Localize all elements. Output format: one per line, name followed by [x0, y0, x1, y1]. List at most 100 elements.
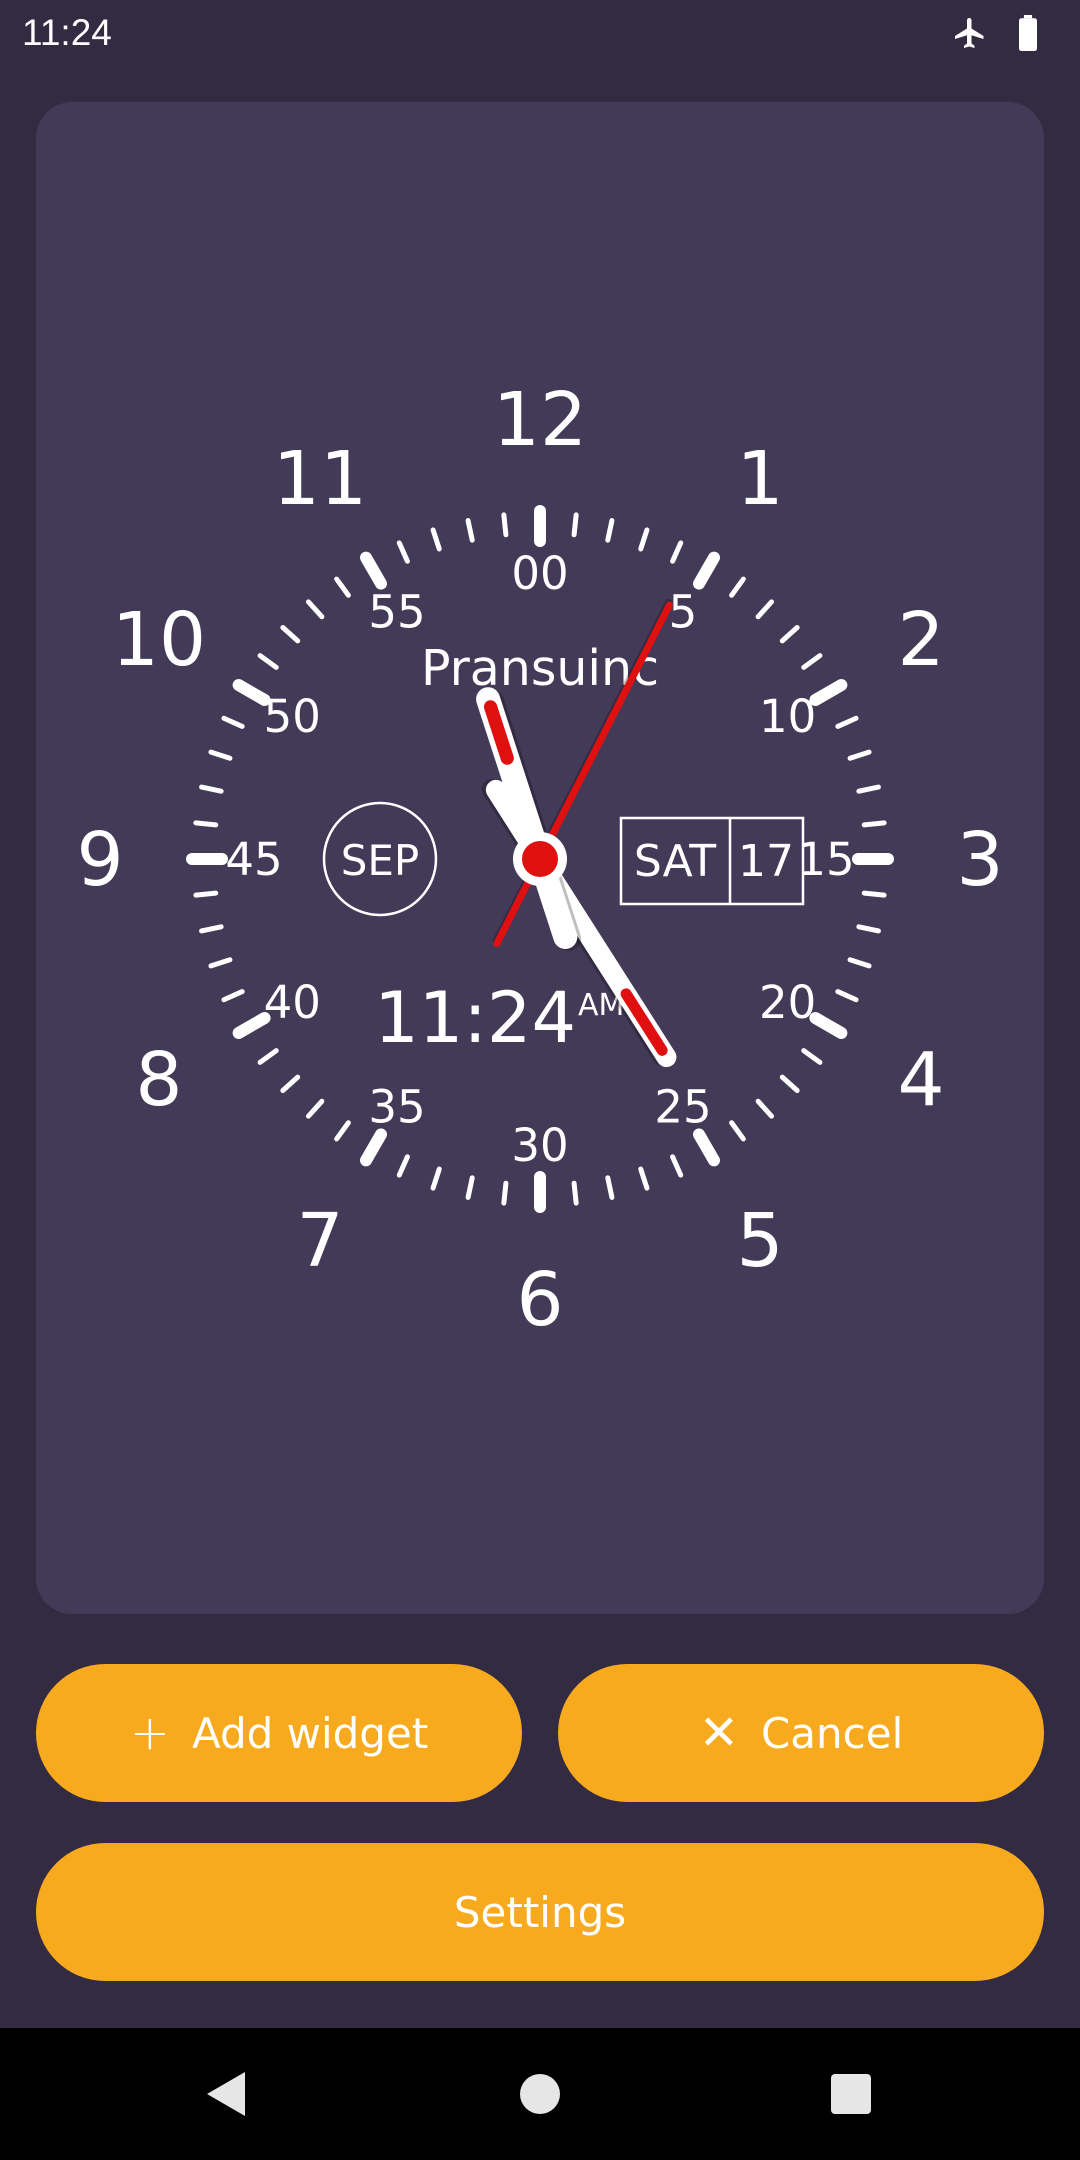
hour-tick	[693, 551, 720, 590]
plus-icon: +	[129, 1705, 170, 1761]
minute-numeral: 35	[368, 1081, 425, 1134]
hour-tick	[693, 1128, 720, 1167]
minute-tick	[501, 1180, 509, 1206]
hour-numeral: 10	[112, 597, 206, 683]
home-icon	[520, 2074, 560, 2114]
minute-tick	[305, 1098, 325, 1119]
minute-tick	[638, 1166, 650, 1191]
airplane-mode-icon	[952, 15, 988, 51]
hour-numeral: 9	[76, 817, 123, 903]
minute-tick	[221, 715, 245, 729]
minute-tick	[670, 1154, 684, 1178]
minute-tick	[280, 1074, 301, 1094]
hour-numeral: 6	[516, 1257, 563, 1343]
settings-button[interactable]: Settings	[36, 1843, 1044, 1981]
hour-tick	[232, 679, 271, 706]
minute-tick	[835, 715, 859, 729]
minute-tick	[396, 1154, 410, 1178]
minute-tick	[779, 1074, 800, 1094]
minute-tick	[755, 1098, 775, 1119]
minute-tick	[199, 784, 224, 794]
minute-tick	[729, 576, 746, 598]
minute-tick	[208, 957, 233, 969]
analog-clock-widget: 121234567891011 00510152025303540455055 …	[76, 377, 1003, 1343]
minute-tick	[193, 890, 219, 898]
minute-tick	[334, 576, 351, 598]
minute-tick	[605, 518, 615, 543]
hour-tick	[809, 679, 848, 706]
minute-tick	[571, 1180, 579, 1206]
minute-tick	[801, 1048, 823, 1065]
minute-tick	[221, 989, 245, 1003]
hour-numeral: 8	[135, 1037, 182, 1123]
minute-tick	[779, 624, 800, 644]
minute-tick	[861, 820, 887, 828]
hour-numeral: 12	[493, 377, 587, 463]
hour-numeral: 3	[956, 817, 1003, 903]
hour-numeral: 4	[898, 1037, 945, 1123]
digital-time: 11:24	[374, 977, 576, 1059]
hour-tick	[360, 551, 387, 590]
center-cap	[522, 841, 558, 877]
weekday-label: SAT	[634, 836, 716, 887]
home-button[interactable]	[474, 2028, 606, 2160]
recents-icon	[831, 2074, 871, 2114]
minute-tick	[861, 890, 887, 898]
minute-tick	[729, 1120, 746, 1142]
hour-numeral: 11	[273, 436, 367, 522]
minute-numeral: 30	[511, 1119, 568, 1172]
add-widget-button[interactable]: + Add widget	[36, 1664, 522, 1802]
cancel-label: Cancel	[760, 1708, 904, 1758]
minute-tick	[847, 749, 872, 761]
minute-numeral: 25	[654, 1081, 711, 1134]
day-label: 17	[738, 836, 794, 887]
minute-tick	[638, 527, 650, 552]
minute-tick	[755, 599, 775, 620]
minute-tick	[835, 989, 859, 1003]
minute-tick	[334, 1120, 351, 1142]
recents-button[interactable]	[785, 2028, 917, 2160]
minute-numeral: 20	[759, 976, 816, 1029]
hour-numeral: 7	[296, 1198, 343, 1284]
cancel-button[interactable]: ✕ Cancel	[558, 1664, 1044, 1802]
minute-numeral: 50	[264, 690, 321, 743]
back-icon	[207, 2072, 245, 2116]
minute-tick	[430, 527, 442, 552]
minute-tick	[465, 518, 475, 543]
status-icons	[952, 15, 1040, 51]
minute-numeral: 5	[669, 585, 698, 638]
add-widget-label: Add widget	[191, 1708, 429, 1758]
minute-tick	[465, 1175, 475, 1200]
minute-tick	[280, 624, 301, 644]
settings-label: Settings	[453, 1887, 627, 1937]
minute-tick	[257, 1048, 279, 1065]
minute-tick	[501, 512, 509, 538]
minute-numeral: 10	[759, 690, 816, 743]
minute-tick	[199, 924, 224, 934]
minute-numeral: 15	[797, 833, 854, 886]
hour-numeral: 5	[736, 1198, 783, 1284]
widget-config-screen: 11:24 12 1 2 3 4 5 6 7 8 9 10 11 00 5 10 15 20 25 30 35 40 4…	[0, 0, 1080, 2160]
minute-tick	[257, 653, 279, 670]
hour-tick	[232, 1012, 271, 1039]
back-button[interactable]	[159, 2028, 291, 2160]
minute-numeral: 00	[511, 547, 568, 600]
minute-tick	[605, 1175, 615, 1200]
minute-tick	[670, 540, 684, 564]
close-icon: ✕	[698, 1705, 739, 1761]
month-label: SEP	[341, 836, 420, 885]
battery-full-icon	[1016, 15, 1040, 51]
status-time: 11:24	[22, 12, 112, 53]
minute-numeral: 45	[225, 833, 282, 886]
status-bar: 11:24	[0, 0, 1080, 66]
minute-tick	[208, 749, 233, 761]
minute-tick	[856, 784, 881, 794]
minute-numeral: 55	[368, 585, 425, 638]
widget-preview-card: 12 1 2 3 4 5 6 7 8 9 10 11 00 5 10 15 20 25 30 35 40 45 50 55 …	[36, 102, 1044, 1614]
minute-tick	[430, 1166, 442, 1191]
hour-numeral: 1	[736, 436, 783, 522]
hour-tick	[809, 1012, 848, 1039]
minute-tick	[193, 820, 219, 828]
navigation-bar	[0, 2028, 1080, 2160]
minute-tick	[396, 540, 410, 564]
